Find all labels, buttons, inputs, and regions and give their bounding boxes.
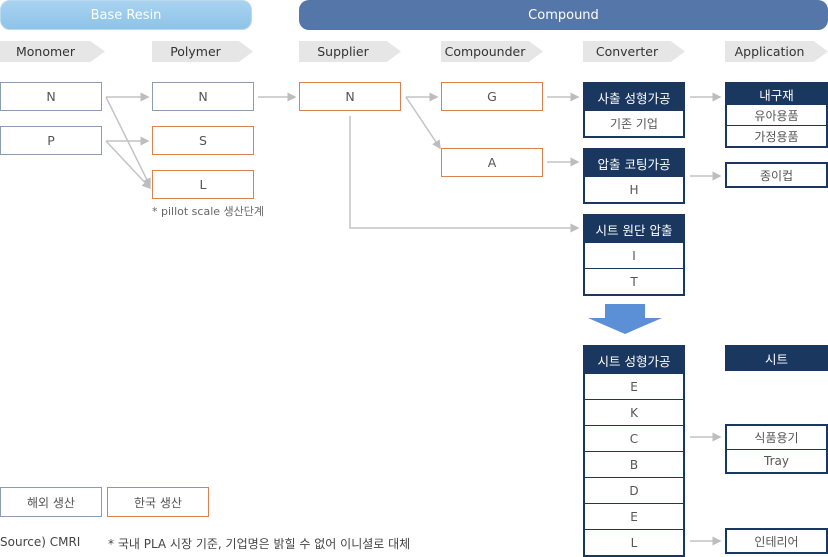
stage-label: Compounder bbox=[444, 44, 526, 59]
application-item: 유아용품 bbox=[727, 104, 826, 125]
footer-source: Source) CMRI bbox=[0, 535, 81, 549]
application-durables-title: 내구재 bbox=[727, 84, 826, 104]
application-sheet-header: 시트 bbox=[725, 345, 828, 371]
polymer-s: S bbox=[152, 126, 254, 155]
connector-lines bbox=[105, 92, 722, 546]
converter-coating: 압출 코팅가공 H bbox=[583, 148, 685, 204]
arrow-monomer-p-to-polymer-l bbox=[105, 140, 152, 190]
stage-label: Converter bbox=[595, 44, 659, 59]
application-durables: 내구재 유아용품 가정용품 bbox=[725, 82, 828, 148]
band-base-resin: Base Resin bbox=[0, 0, 252, 30]
application-item: 가정용품 bbox=[727, 125, 826, 146]
stage-compounder: Compounder bbox=[441, 41, 543, 62]
down-arrow-icon bbox=[588, 304, 662, 334]
arrow-supplier-to-a bbox=[405, 96, 441, 150]
stage-polymer: Polymer bbox=[152, 41, 253, 62]
stage-label: Supplier bbox=[317, 44, 369, 59]
converter-item: I bbox=[585, 242, 683, 268]
stage-label: Monomer bbox=[15, 44, 75, 59]
stage-converter: Converter bbox=[583, 41, 685, 62]
application-item: Tray bbox=[727, 449, 826, 472]
converter-sheet-forming-title: 시트 성형가공 bbox=[585, 347, 683, 373]
polymer-n: N bbox=[152, 82, 254, 111]
converter-item: B bbox=[585, 451, 683, 477]
monomer-p: P bbox=[0, 126, 102, 155]
stage-label: Application bbox=[734, 44, 805, 59]
band-label: Compound bbox=[528, 7, 599, 23]
supplier-n: N bbox=[299, 82, 401, 111]
band-label: Base Resin bbox=[90, 7, 162, 23]
stage-monomer: Monomer bbox=[0, 41, 105, 62]
converter-item: L bbox=[585, 529, 683, 555]
converter-item: D bbox=[585, 477, 683, 503]
application-food-container: 식품용기 Tray bbox=[725, 424, 828, 474]
polymer-note: * pillot scale 생산단계 bbox=[152, 205, 265, 218]
converter-item: H bbox=[585, 176, 683, 202]
application-paper-cup: 종이컵 bbox=[725, 162, 828, 188]
converter-sheet-extrusion: 시트 원단 압출 I T bbox=[583, 214, 685, 296]
legend-korea: 한국 생산 bbox=[107, 487, 209, 517]
stage-application: Application bbox=[725, 41, 828, 62]
application-food-title: 식품용기 bbox=[754, 431, 799, 445]
converter-item: E bbox=[585, 373, 683, 399]
compounder-a: A bbox=[441, 148, 543, 177]
converter-item: T bbox=[585, 268, 683, 294]
converter-item: E bbox=[585, 503, 683, 529]
converter-sheet-forming: 시트 성형가공 E K C B D E L bbox=[583, 345, 685, 557]
converter-item: K bbox=[585, 399, 683, 425]
monomer-n: N bbox=[0, 82, 102, 111]
band-compound: Compound bbox=[299, 0, 828, 30]
converter-item: C bbox=[585, 425, 683, 451]
converter-injection-title: 사출 성형가공 bbox=[585, 84, 683, 110]
stage-label: Polymer bbox=[170, 44, 221, 59]
application-interior: 인테리어 bbox=[725, 528, 828, 554]
converter-item: 기존 기업 bbox=[585, 110, 683, 136]
converter-sheet-extrusion-title: 시트 원단 압출 bbox=[585, 216, 683, 242]
converter-injection: 사출 성형가공 기존 기업 bbox=[583, 82, 685, 138]
stage-supplier: Supplier bbox=[299, 41, 401, 62]
legend-overseas: 해외 생산 bbox=[0, 487, 102, 517]
compounder-g: G bbox=[441, 82, 543, 111]
footer-note: * 국내 PLA 시장 기준, 기업명은 밝힐 수 없어 이니셜로 대체 bbox=[108, 537, 411, 551]
polymer-l: L bbox=[152, 170, 254, 199]
converter-coating-title: 압출 코팅가공 bbox=[585, 150, 683, 176]
